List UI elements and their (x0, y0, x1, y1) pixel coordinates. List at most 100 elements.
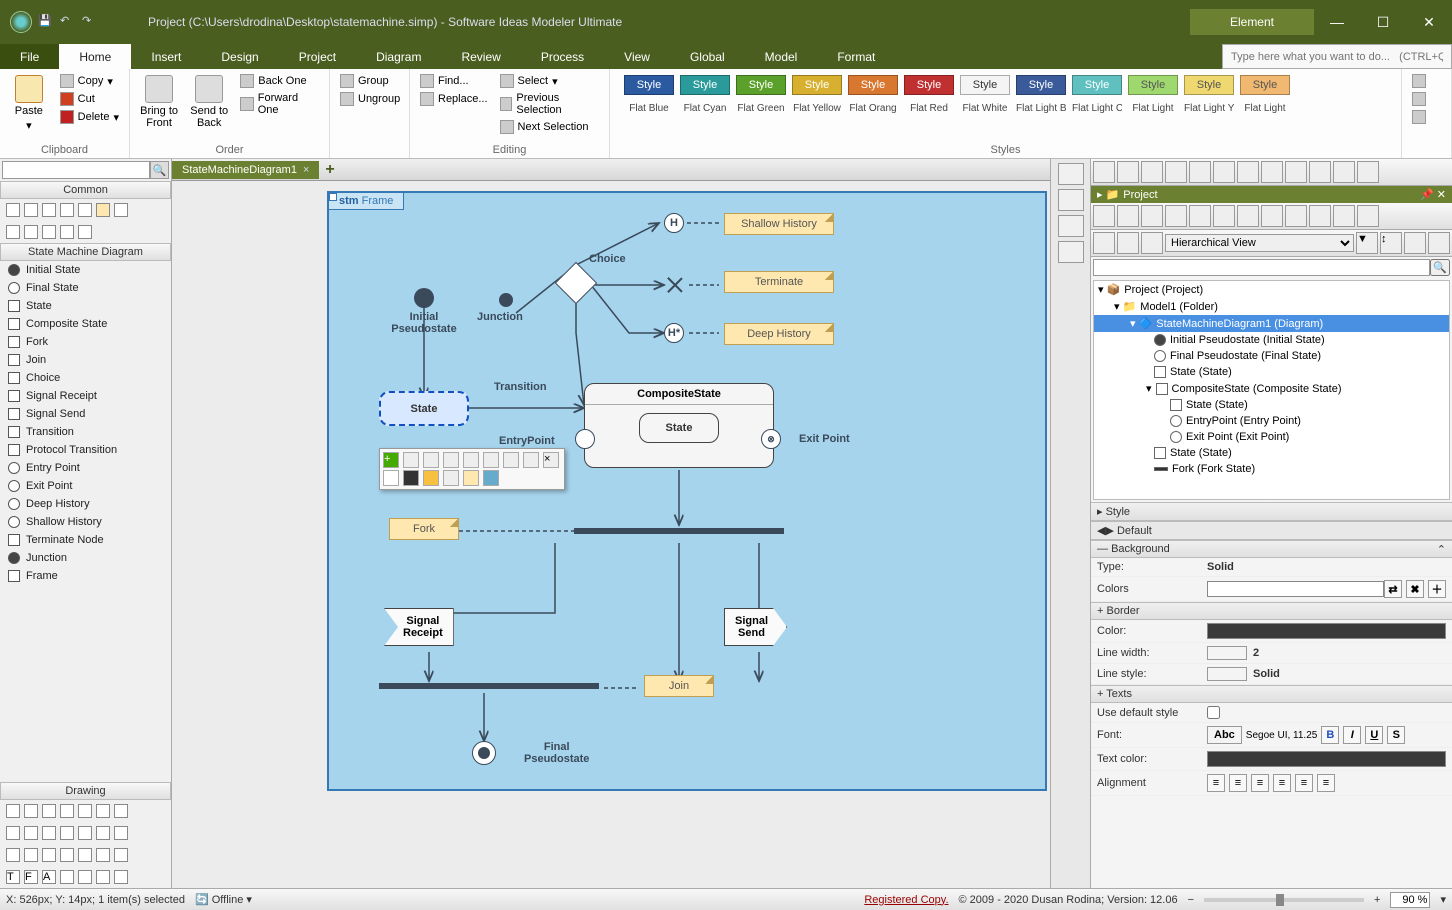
zoom-tool-icon[interactable] (42, 203, 56, 217)
signal-send-node[interactable]: Signal Send (724, 608, 787, 646)
deep-history-note[interactable]: Deep History (724, 323, 834, 345)
shape-rect-icon[interactable] (42, 804, 56, 818)
shape-arc-icon[interactable] (114, 804, 128, 818)
line-width-preview[interactable] (1207, 646, 1247, 660)
dock-btn-3[interactable] (1058, 215, 1084, 237)
fork-note[interactable]: Fork (389, 518, 459, 540)
folder-tool-icon[interactable] (60, 225, 74, 239)
bg-type-value[interactable]: Solid (1207, 561, 1446, 573)
zoom-slider[interactable] (1204, 898, 1364, 902)
find-button[interactable]: Find... (416, 73, 492, 89)
menu-review[interactable]: Review (441, 44, 520, 69)
rt-icon-9[interactable] (1285, 161, 1307, 183)
delete-button[interactable]: Delete ▾ (56, 109, 123, 125)
diagram-canvas[interactable]: stm Frame (172, 181, 1050, 888)
tool-protocol-transition[interactable]: Protocol Transition (0, 441, 171, 459)
tree-item-1[interactable]: Final Pseudostate (Final State) (1094, 348, 1449, 364)
frame-node[interactable]: stm Frame (327, 191, 1047, 791)
pt-icon-5[interactable] (1189, 205, 1211, 227)
shallow-history-node[interactable]: H (664, 213, 684, 233)
move-tool-icon[interactable] (24, 203, 38, 217)
tool-composite-state[interactable]: Composite State (0, 315, 171, 333)
entry-point-node[interactable] (575, 429, 595, 449)
container-tool-icon[interactable] (78, 203, 92, 217)
next-selection-button[interactable]: Next Selection (496, 119, 603, 135)
zoom-out-button[interactable]: − (1188, 894, 1194, 906)
toolbox-section-smd[interactable]: State Machine Diagram (0, 243, 171, 261)
project-search-button[interactable]: 🔍 (1430, 259, 1450, 276)
freehand-icon[interactable] (114, 870, 128, 884)
menu-process[interactable]: Process (521, 44, 604, 69)
minimize-button[interactable]: — (1314, 7, 1360, 37)
ctx-list-icon[interactable] (423, 470, 439, 486)
text-font-icon[interactable]: F (24, 870, 38, 884)
align-mid-icon[interactable]: ≡ (1317, 774, 1335, 792)
toolbox-search-input[interactable] (2, 161, 150, 179)
back-one-button[interactable]: Back One (236, 73, 323, 89)
add-color-icon[interactable]: ＋ (1428, 580, 1446, 598)
strike-button[interactable]: S (1387, 726, 1405, 744)
ctx-add-icon[interactable]: + (383, 452, 399, 468)
background-section[interactable]: — Background⌃ (1091, 540, 1452, 558)
tool-frame[interactable]: Frame (0, 567, 171, 585)
rt-icon-7[interactable] (1237, 161, 1259, 183)
tool-exit-point[interactable]: Exit Point (0, 477, 171, 495)
underline-button[interactable]: U (1365, 726, 1383, 744)
shallow-history-note[interactable]: Shallow History (724, 213, 834, 235)
copy-button[interactable]: Copy ▾ (56, 73, 123, 89)
add-tab-button[interactable]: + (319, 161, 340, 179)
cut-button[interactable]: Cut (56, 91, 123, 107)
menu-diagram[interactable]: Diagram (356, 44, 441, 69)
ctx-white-icon[interactable] (383, 470, 399, 486)
save-icon[interactable]: 💾 (38, 14, 54, 30)
pt-icon-3[interactable] (1141, 205, 1163, 227)
rt-icon-2[interactable] (1117, 161, 1139, 183)
shape-gear-icon[interactable] (114, 848, 128, 862)
tree-item-6[interactable]: Exit Point (Exit Point) (1094, 429, 1449, 445)
shape-pent-icon[interactable] (114, 826, 128, 840)
ctx-h-icon[interactable] (523, 452, 539, 468)
dock-btn-4[interactable] (1058, 241, 1084, 263)
rt-icon-8[interactable] (1261, 161, 1283, 183)
shape-circle-icon[interactable] (96, 804, 110, 818)
undo-icon[interactable]: ↶ (60, 14, 76, 30)
texts-section[interactable]: + Texts (1091, 685, 1452, 703)
sort-icon[interactable]: ↕ (1380, 232, 1402, 254)
ribbon-extra-3-icon[interactable] (1408, 109, 1430, 125)
shape-pill-icon[interactable] (24, 826, 38, 840)
text-tool-icon[interactable] (60, 203, 74, 217)
border-section[interactable]: + Border (1091, 602, 1452, 620)
rt-icon-11[interactable] (1333, 161, 1355, 183)
shape-hex-icon[interactable] (6, 848, 20, 862)
close-button[interactable]: ✕ (1406, 7, 1452, 37)
redo-icon[interactable]: ↷ (82, 14, 98, 30)
ctx-note-icon[interactable] (463, 470, 479, 486)
use-default-style-checkbox[interactable] (1207, 706, 1220, 719)
note-tool-icon[interactable] (96, 203, 110, 217)
pt-icon-6[interactable] (1213, 205, 1235, 227)
tool-fork[interactable]: Fork (0, 333, 171, 351)
pt-icon-10[interactable] (1309, 205, 1331, 227)
ctx-paint-icon[interactable] (443, 470, 459, 486)
swap-colors-icon[interactable]: ⇄ (1384, 580, 1402, 598)
ctx-img-icon[interactable] (483, 470, 499, 486)
style-swatch-1[interactable]: Style (680, 75, 730, 95)
zoom-input[interactable] (1390, 892, 1430, 908)
junction-node[interactable] (499, 293, 513, 307)
shape-oval-icon[interactable] (6, 826, 20, 840)
fork-node[interactable] (574, 528, 784, 534)
style-default-row[interactable]: ◀▶ Default (1091, 521, 1452, 540)
rt-icon-5[interactable] (1189, 161, 1211, 183)
pt-icon-7[interactable] (1237, 205, 1259, 227)
shape-oct-icon[interactable] (24, 848, 38, 862)
tree-item-5[interactable]: EntryPoint (Entry Point) (1094, 413, 1449, 429)
text-color-swatch[interactable] (1207, 751, 1446, 767)
initial-pseudostate-node[interactable] (414, 288, 434, 308)
toolbox-section-drawing[interactable]: Drawing (0, 782, 171, 800)
terminate-note[interactable]: Terminate (724, 271, 834, 293)
ribbon-extra-2-icon[interactable] (1408, 91, 1430, 107)
align-left-icon[interactable]: ≡ (1207, 774, 1225, 792)
menu-format[interactable]: Format (817, 44, 895, 69)
terminate-node[interactable] (664, 275, 684, 295)
connector-icon[interactable] (78, 870, 92, 884)
